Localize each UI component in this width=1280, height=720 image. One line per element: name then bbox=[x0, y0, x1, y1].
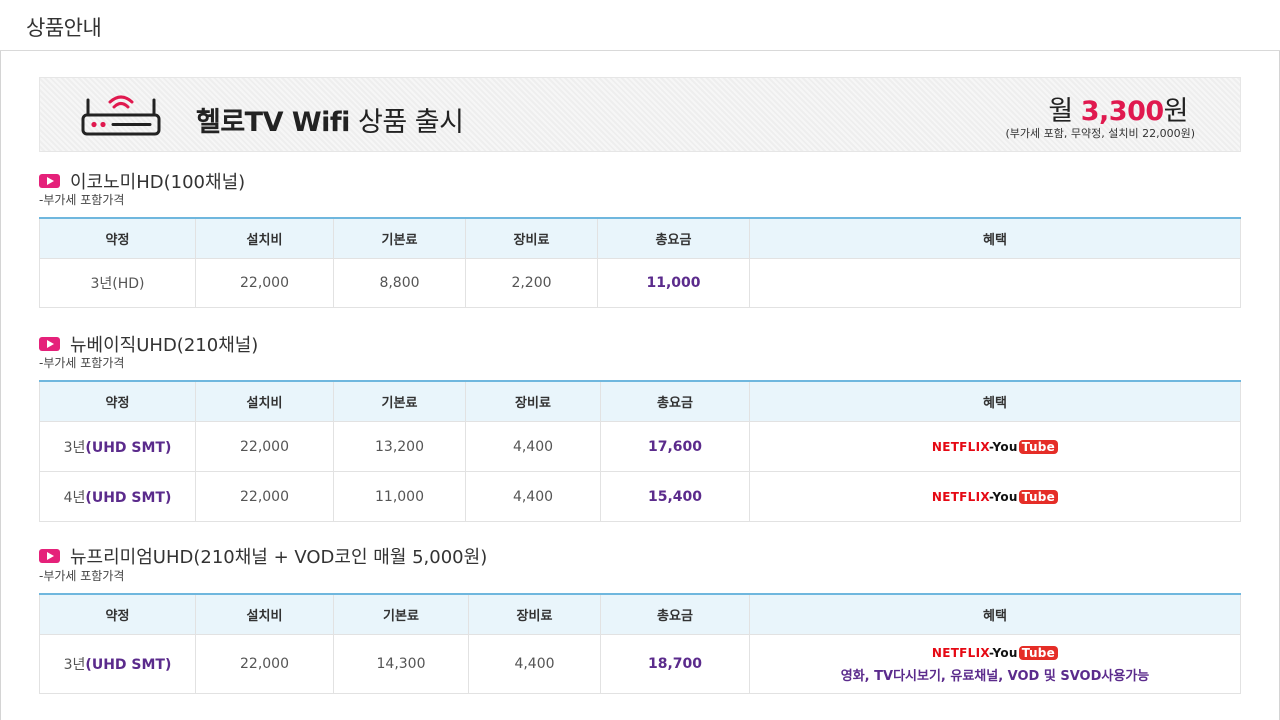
cell-benefit: NETFLIX-You Tube bbox=[749, 471, 1241, 522]
cell-equip: 4,400 bbox=[465, 471, 601, 522]
cell-term: 3년(UHD SMT) bbox=[39, 421, 196, 472]
cell-benefit: NETFLIX-You Tube 영화, TV다시보기, 유료채널, VOD 및 … bbox=[749, 634, 1241, 694]
price-suffix: 원 bbox=[1163, 96, 1189, 127]
play-icon bbox=[39, 337, 60, 351]
price-table-new-basic-uhd: 약정 설치비 기본료 장비료 총요금 혜택 3년(UHD SMT) 22,000… bbox=[39, 380, 1241, 522]
section-note: -부가세 포함가격 bbox=[39, 193, 125, 207]
cell-equip: 4,400 bbox=[465, 421, 601, 472]
col-header-term: 약정 bbox=[39, 594, 196, 635]
col-header-install: 설치비 bbox=[195, 381, 334, 422]
col-header-total: 총요금 bbox=[600, 594, 750, 635]
banner-price: 월 3,300원 bbox=[1048, 89, 1188, 128]
play-icon bbox=[39, 549, 60, 563]
cell-install: 22,000 bbox=[195, 634, 334, 694]
netflix-youtube-logo: NETFLIX-You Tube bbox=[932, 439, 1059, 454]
table-header-row: 약정 설치비 기본료 장비료 총요금 혜택 bbox=[39, 218, 1241, 259]
netflix-youtube-logo: NETFLIX-You Tube bbox=[932, 645, 1059, 660]
cell-install: 22,000 bbox=[195, 421, 334, 472]
cell-install: 22,000 bbox=[195, 258, 334, 308]
cell-benefit bbox=[749, 258, 1241, 308]
cell-total: 18,700 bbox=[600, 634, 750, 694]
table-row: 4년(UHD SMT) 22,000 11,000 4,400 15,400 N… bbox=[39, 471, 1241, 522]
col-header-benefit: 혜택 bbox=[749, 218, 1241, 259]
cell-base: 13,200 bbox=[333, 421, 466, 472]
col-header-total: 총요금 bbox=[597, 218, 750, 259]
table-row: 3년(UHD SMT) 22,000 14,300 4,400 18,700 N… bbox=[39, 634, 1241, 694]
cell-term: 4년(UHD SMT) bbox=[39, 471, 196, 522]
cell-term: 3년(HD) bbox=[39, 258, 196, 308]
section-title-new-premium-uhd: 뉴프리미엄UHD(210채널 + VOD코인 매월 5,000원) bbox=[39, 543, 487, 569]
col-header-equip: 장비료 bbox=[465, 381, 601, 422]
page-header: 상품안내 bbox=[0, 0, 1280, 51]
banner-headline-product: 헬로TV Wifi bbox=[196, 107, 350, 138]
cell-equip: 2,200 bbox=[465, 258, 598, 308]
section-title-text: 뉴프리미엄UHD(210채널 + VOD코인 매월 5,000원) bbox=[70, 547, 488, 568]
section-note: -부가세 포함가격 bbox=[39, 356, 125, 370]
cell-base: 11,000 bbox=[333, 471, 466, 522]
col-header-base: 기본료 bbox=[333, 594, 469, 635]
cell-base: 8,800 bbox=[333, 258, 466, 308]
cell-term: 3년(UHD SMT) bbox=[39, 634, 196, 694]
price-table-new-premium-uhd: 약정 설치비 기본료 장비료 총요금 혜택 3년(UHD SMT) 22,000… bbox=[39, 593, 1241, 694]
cell-base: 14,300 bbox=[333, 634, 469, 694]
col-header-term: 약정 bbox=[39, 218, 196, 259]
cell-total: 11,000 bbox=[597, 258, 750, 308]
table-row: 3년(HD) 22,000 8,800 2,200 11,000 bbox=[39, 258, 1241, 308]
left-frame-line bbox=[0, 51, 1, 720]
col-header-term: 약정 bbox=[39, 381, 196, 422]
page-title: 상품안내 bbox=[26, 16, 102, 40]
col-header-base: 기본료 bbox=[333, 218, 466, 259]
table-header-row: 약정 설치비 기본료 장비료 총요금 혜택 bbox=[39, 381, 1241, 422]
section-note: -부가세 포함가격 bbox=[39, 569, 125, 583]
wifi-router-icon bbox=[81, 95, 161, 136]
price-number: 3,300 bbox=[1080, 96, 1164, 127]
price-table-economy-hd: 약정 설치비 기본료 장비료 총요금 혜택 3년(HD) 22,000 8,80… bbox=[39, 217, 1241, 308]
cell-install: 22,000 bbox=[195, 471, 334, 522]
play-icon bbox=[39, 174, 60, 188]
col-header-base: 기본료 bbox=[333, 381, 466, 422]
col-header-equip: 장비료 bbox=[465, 218, 598, 259]
col-header-install: 설치비 bbox=[195, 218, 334, 259]
netflix-youtube-logo: NETFLIX-You Tube bbox=[932, 489, 1059, 504]
banner-headline: 헬로TV Wifi 상품 출시 bbox=[196, 100, 464, 139]
table-header-row: 약정 설치비 기본료 장비료 총요금 혜택 bbox=[39, 594, 1241, 635]
cell-benefit: NETFLIX-You Tube bbox=[749, 421, 1241, 472]
banner-price-note: (부가세 포함, 무약정, 설치비 22,000원) bbox=[1005, 127, 1196, 140]
price-prefix: 월 bbox=[1048, 96, 1081, 127]
banner-headline-suffix: 상품 출시 bbox=[349, 107, 464, 138]
cell-total: 15,400 bbox=[600, 471, 750, 522]
col-header-total: 총요금 bbox=[600, 381, 750, 422]
col-header-benefit: 혜택 bbox=[749, 381, 1241, 422]
col-header-equip: 장비료 bbox=[468, 594, 601, 635]
cell-equip: 4,400 bbox=[468, 634, 601, 694]
wifi-promo-banner[interactable]: 헬로TV Wifi 상품 출시 월 3,300원 (부가세 포함, 무약정, 설… bbox=[39, 77, 1241, 152]
cell-total: 17,600 bbox=[600, 421, 750, 472]
col-header-benefit: 혜택 bbox=[749, 594, 1241, 635]
col-header-install: 설치비 bbox=[195, 594, 334, 635]
table-row: 3년(UHD SMT) 22,000 13,200 4,400 17,600 N… bbox=[39, 421, 1241, 472]
benefit-description: 영화, TV다시보기, 유료채널, VOD 및 SVOD사용가능 bbox=[840, 668, 1150, 684]
